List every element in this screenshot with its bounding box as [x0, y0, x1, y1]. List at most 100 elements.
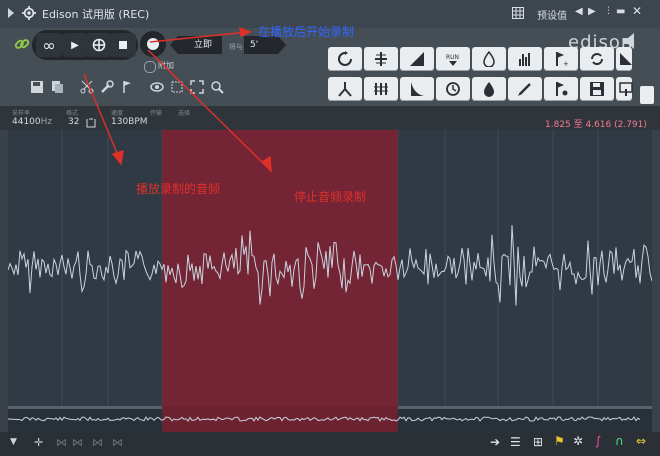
flag-plus-icon: + — [556, 52, 569, 67]
snap-icon[interactable]: ⊞ — [533, 435, 543, 449]
selection-icon[interactable] — [170, 80, 184, 94]
split-icon — [338, 82, 352, 97]
next-preset-icon[interactable]: ▶ — [588, 6, 596, 17]
infinity-icon: ∞ — [42, 35, 56, 55]
blur-button[interactable] — [472, 47, 506, 71]
sample-rate-number: 44100 — [12, 117, 41, 127]
append-checkbox[interactable] — [144, 61, 156, 73]
more-icon[interactable]: ⋮ — [604, 6, 613, 16]
export-icon — [619, 82, 633, 96]
align-icon[interactable]: ☰ — [510, 435, 521, 449]
save-icon[interactable] — [30, 80, 44, 94]
zoom-out-icon[interactable]: ⋈ — [112, 436, 123, 449]
scroll-toggle[interactable] — [640, 86, 654, 104]
curve-icon[interactable]: ∫ — [595, 434, 601, 448]
marker-add-button[interactable]: + — [544, 47, 578, 71]
grid-icon[interactable] — [512, 7, 524, 19]
waveform-view[interactable] — [8, 130, 652, 406]
fit-view-icon[interactable] — [190, 80, 204, 94]
save-sample-button[interactable] — [580, 77, 614, 101]
reverse-button[interactable] — [580, 47, 614, 71]
stretch-icon[interactable]: ⋈ — [72, 436, 83, 449]
draw-button[interactable] — [508, 77, 542, 101]
bottom-menu-icon[interactable]: ▼ — [10, 437, 17, 447]
overview-strip[interactable] — [8, 406, 652, 432]
swap-icon[interactable]: ⇔ — [636, 434, 646, 448]
svg-text:RUN: RUN — [446, 54, 459, 61]
marker-icon[interactable] — [120, 80, 134, 94]
transport-caption: 传输 — [150, 110, 163, 117]
record-mode-value: 立即 — [194, 40, 213, 50]
selection-caption: 选择 — [178, 110, 191, 117]
run-icon: RUN — [446, 54, 459, 66]
run-button[interactable]: RUN — [436, 47, 470, 71]
fade-out-button[interactable] — [400, 77, 434, 101]
magnet-icon[interactable]: ∩ — [615, 434, 624, 448]
annotation-stop: 停止音频录制 — [294, 190, 367, 204]
bars-icon — [519, 53, 530, 66]
export-button[interactable] — [616, 77, 633, 101]
flag-tool-icon — [556, 82, 568, 96]
zoom-icon[interactable] — [210, 80, 224, 94]
record-length-value: 5' — [250, 40, 259, 50]
zoom-in-icon[interactable]: ⋈ — [92, 436, 103, 449]
spectrum-button[interactable] — [508, 47, 542, 71]
marker-tools-button[interactable] — [544, 77, 578, 101]
eq-button[interactable] — [364, 77, 398, 101]
split-button[interactable] — [328, 77, 362, 101]
format-value[interactable]: 32 — [68, 117, 79, 127]
fade-in-icon — [410, 52, 424, 66]
normalize-button[interactable] — [328, 47, 362, 71]
time-button[interactable] — [436, 77, 470, 101]
annotation-play: 播放录制的音频 — [136, 182, 221, 196]
view-eye-icon[interactable] — [150, 80, 164, 94]
tempo-caption: 速度 — [111, 110, 124, 117]
window-title: Edison 试用版 (REC) — [42, 8, 150, 21]
preset-menu[interactable]: 预设值 — [537, 7, 567, 22]
play-button[interactable]: ▶ — [62, 33, 88, 57]
gear-icon[interactable] — [22, 6, 36, 20]
sample-rate-unit: Hz — [40, 117, 53, 127]
fade-out-icon — [411, 82, 424, 96]
tool-grid: RUN + — [328, 47, 633, 103]
shuttle-icon — [92, 38, 106, 52]
close-icon[interactable]: ✕ — [632, 4, 642, 18]
copy-icon[interactable] — [50, 80, 64, 94]
format-caption: 格式 — [66, 110, 79, 117]
cut-icon[interactable] — [80, 80, 94, 94]
side-arrow-button[interactable] — [616, 47, 632, 71]
amp-button[interactable] — [364, 47, 398, 71]
move-icon[interactable]: ✛ — [34, 436, 43, 449]
record-mode-field[interactable]: 立即 — [170, 36, 222, 54]
previous-preset-icon[interactable]: ◀ — [575, 6, 583, 17]
arrow-down-icon — [620, 53, 632, 65]
sample-rate-caption: 采样率 — [12, 110, 31, 117]
shrink-icon[interactable]: ⋈ — [56, 436, 67, 449]
link-chain-icon[interactable] — [14, 36, 30, 52]
waveform-trace — [8, 225, 652, 306]
floppy-icon — [590, 82, 604, 96]
flag-icon[interactable]: ⚑ — [554, 434, 565, 448]
sample-rate-value[interactable]: 44100Hz — [12, 117, 52, 127]
amplify-icon — [375, 52, 387, 66]
asterisk-icon[interactable]: ✲ — [573, 434, 583, 448]
droplet-icon — [484, 82, 494, 97]
stop-button[interactable] — [110, 33, 136, 57]
loop-button[interactable]: ∞ — [36, 33, 62, 57]
tempo-value[interactable]: 130BPM — [111, 117, 148, 127]
pen-icon — [518, 83, 531, 96]
cycle-icon — [338, 51, 352, 66]
append-label: 附加 — [158, 61, 174, 70]
record-button[interactable] — [140, 31, 166, 57]
shuttle-button[interactable] — [86, 33, 112, 57]
fade-in-button[interactable] — [400, 47, 434, 71]
annotation-top: 在播放后开始录制 — [258, 25, 355, 39]
wrench-icon[interactable] — [100, 80, 114, 94]
minimize-icon[interactable]: ▬ — [616, 6, 625, 17]
eq-icon — [374, 83, 388, 95]
collapse-arrow-icon[interactable] — [8, 8, 14, 18]
arrow-right-icon[interactable]: ➔ — [490, 435, 500, 449]
record-mode-suffix: 将与 — [229, 43, 243, 51]
denoise-button[interactable] — [472, 77, 506, 101]
overview-wave — [8, 416, 641, 422]
